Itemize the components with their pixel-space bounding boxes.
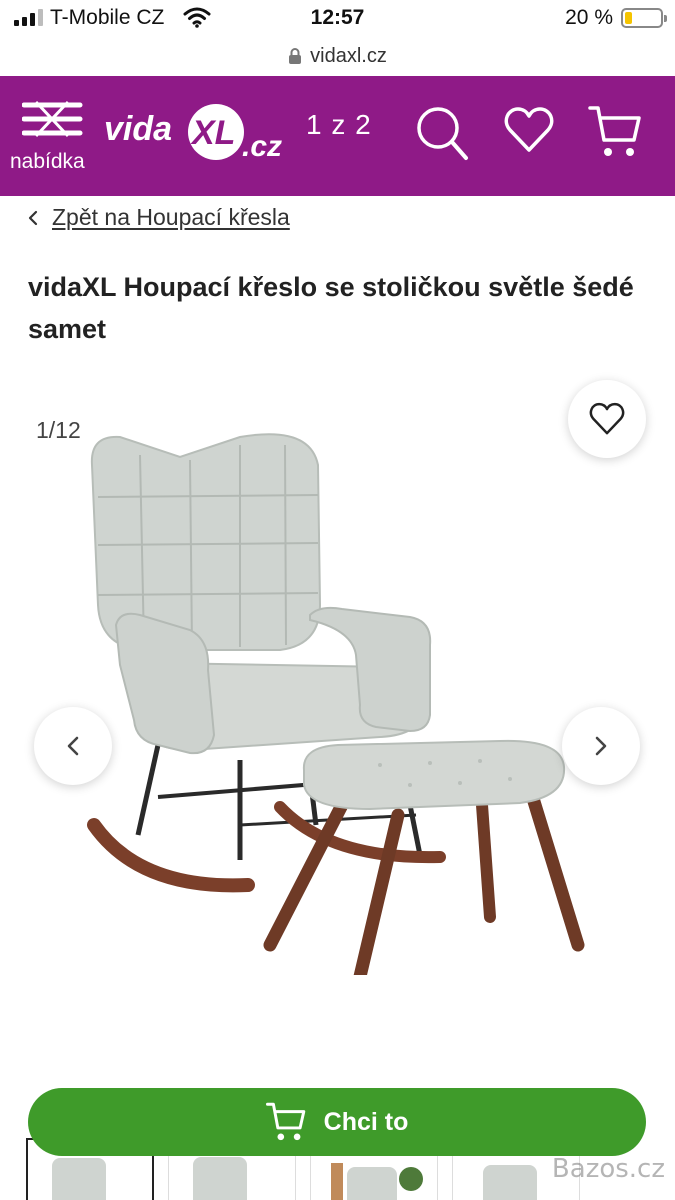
- add-to-cart-label: Chci to: [323, 1107, 409, 1136]
- chevron-left-icon: [67, 736, 79, 756]
- battery-icon: [621, 8, 667, 28]
- battery-percentage: 20 %: [565, 6, 613, 29]
- menu-icon: [22, 100, 83, 138]
- product-gallery[interactable]: 1/12: [0, 375, 675, 1075]
- site-header: nabídka vida XL .cz 1 z 2: [0, 76, 675, 196]
- product-image[interactable]: [80, 405, 600, 975]
- add-to-cart-button[interactable]: Chci to: [28, 1088, 646, 1156]
- heart-icon: [589, 402, 625, 435]
- image-counter: 1/12: [36, 417, 81, 443]
- cart-button[interactable]: [588, 104, 642, 160]
- cart-icon: [265, 1102, 305, 1141]
- svg-text:vida: vida: [104, 110, 172, 148]
- next-image-button[interactable]: [562, 707, 640, 785]
- menu-label: nabídka: [10, 150, 85, 173]
- url-text: vidaxl.cz: [310, 44, 387, 67]
- lock-icon: [289, 48, 302, 64]
- chevron-left-icon: [28, 210, 38, 225]
- wishlist-button[interactable]: [504, 106, 554, 154]
- cart-icon: [588, 106, 641, 156]
- battery-fill: [625, 12, 632, 24]
- svg-text:XL: XL: [190, 114, 235, 152]
- watermark: Bazos.cz: [551, 1154, 665, 1184]
- address-bar[interactable]: vidaxl.cz: [0, 38, 675, 74]
- vidaxl-logo[interactable]: vida XL .cz: [104, 100, 289, 164]
- search-icon: [417, 107, 468, 160]
- heart-icon: [504, 107, 554, 152]
- search-button[interactable]: [414, 104, 470, 162]
- pager-text: 1 z 2: [306, 109, 372, 140]
- svg-text:.cz: .cz: [242, 130, 282, 163]
- status-bar: T-Mobile CZ 12:57 20 %: [0, 0, 675, 38]
- menu-button[interactable]: nabídka: [8, 100, 98, 180]
- chevron-right-icon: [595, 736, 607, 756]
- back-link[interactable]: Zpět na Houpací křesla: [28, 204, 290, 231]
- back-link-label: Zpět na Houpací křesla: [52, 204, 290, 230]
- product-title: vidaXL Houpací křeslo se stoličkou světl…: [28, 272, 634, 344]
- add-to-wishlist-button[interactable]: [568, 380, 646, 458]
- previous-image-button[interactable]: [34, 707, 112, 785]
